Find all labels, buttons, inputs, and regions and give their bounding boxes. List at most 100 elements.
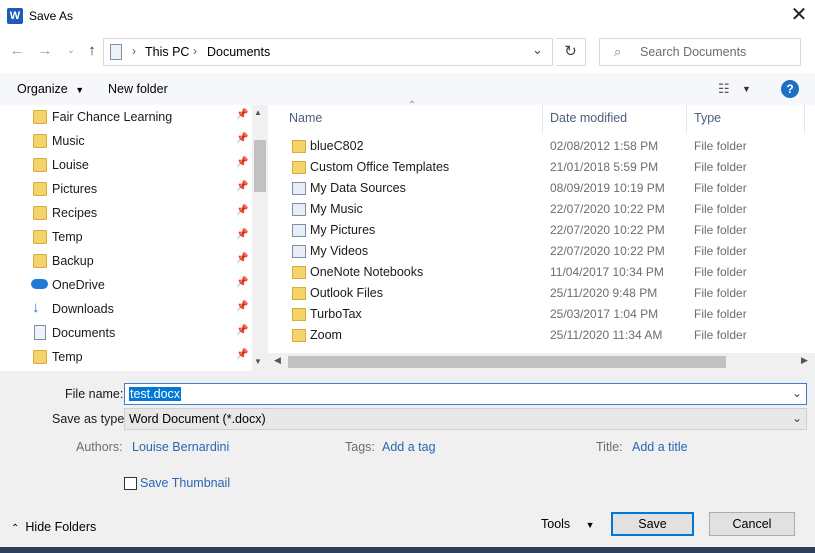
view-options-icon[interactable]: ☷ <box>718 81 730 97</box>
back-arrow-icon[interactable]: ← <box>8 41 26 61</box>
file-row[interactable]: Zoom 25/11/2020 11:34 AM File folder <box>274 325 808 346</box>
sidebar-item-downloads[interactable]: ↓ Downloads 📌 <box>0 297 252 321</box>
hide-folders-label: Hide Folders <box>25 520 97 534</box>
filename-label: File name: <box>65 387 124 401</box>
pin-icon[interactable]: 📌 <box>236 205 248 216</box>
organize-button[interactable]: Organize ▼ <box>17 82 84 96</box>
new-folder-button[interactable]: New folder <box>108 82 168 96</box>
pin-icon[interactable]: 📌 <box>236 277 248 288</box>
sidebar-item-recipes[interactable]: Recipes 📌 <box>0 201 252 225</box>
save-button[interactable]: Save <box>611 512 694 536</box>
pin-icon[interactable]: 📌 <box>236 253 248 264</box>
authors-label: Authors: <box>76 440 123 454</box>
refresh-icon[interactable]: ↻ <box>556 38 586 66</box>
column-header-name[interactable]: Name <box>289 111 322 125</box>
sidebar-item-documents[interactable]: Documents 📌 <box>0 321 252 345</box>
file-name: Zoom <box>310 328 342 342</box>
file-row[interactable]: My Music 22/07/2020 10:22 PM File folder <box>274 199 808 220</box>
save-thumbnail-label[interactable]: Save Thumbnail <box>140 476 230 490</box>
filename-dropdown-icon[interactable]: ⌄ <box>792 386 802 400</box>
scroll-up-icon[interactable]: ▲ <box>254 108 262 117</box>
title-label: Title: <box>596 440 623 454</box>
column-divider[interactable] <box>542 105 543 133</box>
organize-label: Organize <box>17 82 68 96</box>
up-arrow-icon[interactable]: ↑ <box>83 41 101 61</box>
search-box[interactable]: ⌕ Search Documents <box>599 38 801 66</box>
navigation-pane: Fair Chance Learning 📌 Music 📌 Louise 📌 … <box>0 105 268 371</box>
address-bar[interactable]: › This PC › Documents ⌄ <box>103 38 553 66</box>
sidebar-item-label: OneDrive <box>52 278 105 292</box>
pin-icon[interactable]: 📌 <box>236 133 248 144</box>
navigation-pane-scroll-thumb[interactable] <box>254 140 266 192</box>
column-divider[interactable] <box>686 105 687 133</box>
sidebar-item-temp-2[interactable]: Temp 📌 <box>0 345 252 369</box>
sidebar-item-onedrive[interactable]: OneDrive 📌 <box>0 273 252 297</box>
file-row[interactable]: My Data Sources 08/09/2019 10:19 PM File… <box>274 178 808 199</box>
file-row[interactable]: TurboTax 25/03/2017 1:04 PM File folder <box>274 304 808 325</box>
file-row[interactable]: Custom Office Templates 21/01/2018 5:59 … <box>274 157 808 178</box>
videos-folder-icon <box>292 245 306 258</box>
file-date: 02/08/2012 1:58 PM <box>550 139 659 153</box>
save-as-type-dropdown-icon[interactable]: ⌄ <box>792 411 802 425</box>
folder-icon <box>33 182 47 196</box>
documents-icon <box>34 325 46 340</box>
filename-input[interactable]: test.docx ⌄ <box>124 383 807 405</box>
save-thumbnail-checkbox[interactable] <box>124 477 137 490</box>
authors-value[interactable]: Louise Bernardini <box>132 440 229 454</box>
folder-icon <box>33 158 47 172</box>
address-dropdown-icon[interactable]: ⌄ <box>532 42 543 58</box>
save-as-type-select[interactable]: Word Document (*.docx) ⌄ <box>124 408 807 430</box>
file-row[interactable]: blueC802 02/08/2012 1:58 PM File folder <box>274 136 808 157</box>
pin-icon[interactable]: 📌 <box>236 229 248 240</box>
file-row[interactable]: Outlook Files 25/11/2020 9:48 PM File fo… <box>274 283 808 304</box>
file-row[interactable]: My Pictures 22/07/2020 10:22 PM File fol… <box>274 220 808 241</box>
sidebar-item-fair-chance-learning[interactable]: Fair Chance Learning 📌 <box>0 105 252 129</box>
tags-value[interactable]: Add a tag <box>382 440 436 454</box>
sidebar-item-backup[interactable]: Backup 📌 <box>0 249 252 273</box>
horizontal-scroll-thumb[interactable] <box>288 356 726 368</box>
breadcrumb-this-pc[interactable]: This PC <box>145 45 189 59</box>
pin-icon[interactable]: 📌 <box>236 109 248 120</box>
recent-locations-chevron-icon[interactable]: ⌄ <box>62 41 80 61</box>
cancel-button[interactable]: Cancel <box>709 512 795 536</box>
file-type: File folder <box>694 139 747 153</box>
data-sources-folder-icon <box>292 182 306 195</box>
pin-icon[interactable]: 📌 <box>236 181 248 192</box>
pin-icon[interactable]: 📌 <box>236 349 248 360</box>
folder-icon <box>33 110 47 124</box>
view-dropdown-icon[interactable]: ▼ <box>742 84 751 94</box>
music-folder-icon <box>292 203 306 216</box>
file-type: File folder <box>694 328 747 342</box>
pin-icon[interactable]: 📌 <box>236 301 248 312</box>
hide-folders-button[interactable]: ⌃ Hide Folders <box>11 520 96 534</box>
sidebar-item-pictures[interactable]: Pictures 📌 <box>0 177 252 201</box>
sidebar-item-temp[interactable]: Temp 📌 <box>0 225 252 249</box>
filename-value: test.docx <box>129 387 182 401</box>
file-date: 08/09/2019 10:19 PM <box>550 181 665 195</box>
forward-arrow-icon[interactable]: → <box>36 41 54 61</box>
pictures-folder-icon <box>292 224 306 237</box>
help-icon[interactable]: ? <box>781 80 799 98</box>
title-value[interactable]: Add a title <box>632 440 688 454</box>
sidebar-item-louise[interactable]: Louise 📌 <box>0 153 252 177</box>
organize-dropdown-icon: ▼ <box>75 85 85 95</box>
breadcrumb-documents[interactable]: Documents <box>207 45 270 59</box>
scroll-left-icon[interactable]: ◀ <box>274 355 281 366</box>
column-header-type[interactable]: Type <box>694 111 721 125</box>
save-as-type-label: Save as type: <box>52 412 128 426</box>
column-divider[interactable] <box>804 105 805 133</box>
file-date: 25/11/2020 11:34 AM <box>550 328 663 342</box>
sidebar-item-label: Backup <box>52 254 94 268</box>
tools-button[interactable]: Tools ▼ <box>541 517 595 531</box>
pin-icon[interactable]: 📌 <box>236 157 248 168</box>
column-header-date-modified[interactable]: Date modified <box>550 111 627 125</box>
sidebar-item-music[interactable]: Music 📌 <box>0 129 252 153</box>
scroll-down-icon[interactable]: ▼ <box>254 357 262 366</box>
file-date: 11/04/2017 10:34 PM <box>550 265 664 279</box>
pin-icon[interactable]: 📌 <box>236 325 248 336</box>
scroll-right-icon[interactable]: ▶ <box>801 355 808 366</box>
close-icon[interactable]: ✕ <box>786 3 812 29</box>
file-row[interactable]: OneNote Notebooks 11/04/2017 10:34 PM Fi… <box>274 262 808 283</box>
window-title: Save As <box>29 9 74 23</box>
file-row[interactable]: My Videos 22/07/2020 10:22 PM File folde… <box>274 241 808 262</box>
